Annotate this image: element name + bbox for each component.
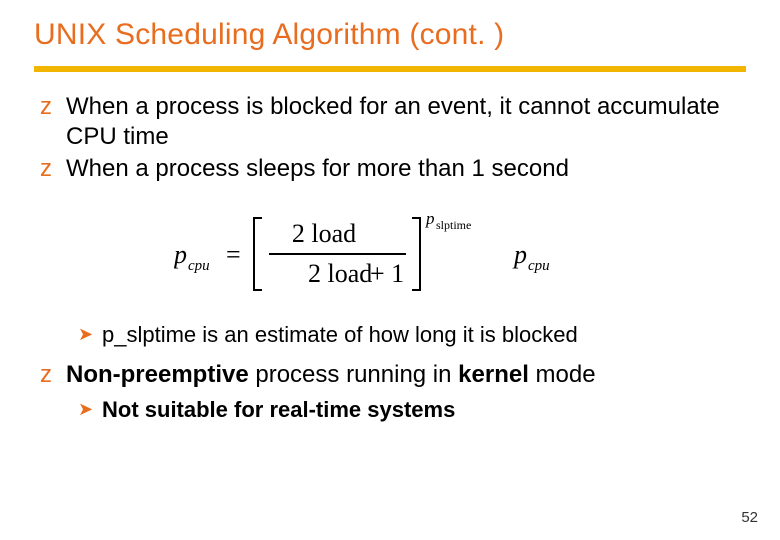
sub-bullet-text: Not suitable for real-time systems: [102, 396, 455, 425]
sub-bullet-text: p_slptime is an estimate of how long it …: [102, 321, 578, 350]
triangle-icon: ➤: [78, 398, 102, 421]
triangle-icon: ➤: [78, 323, 102, 346]
bold-text: Non-preemptive: [66, 361, 249, 388]
formula-exp: p: [425, 209, 435, 228]
formula-exp-sub: slptime: [436, 218, 471, 232]
formula-eq: =: [226, 240, 241, 269]
divider: [34, 66, 746, 72]
sub-bullet-list: ➤ p_slptime is an estimate of how long i…: [78, 321, 746, 350]
text: process running in: [249, 361, 458, 388]
list-item: ➤ Not suitable for real-time systems: [78, 396, 746, 425]
formula-lhs-sub: cpu: [188, 258, 210, 274]
formula: p cpu = 2 load 2 load + 1 p slptime p cp…: [174, 208, 746, 303]
formula-denominator-a: 2 load: [308, 259, 372, 288]
bullet-marker: z: [40, 360, 66, 390]
formula-rhs: p: [512, 240, 527, 269]
bullet-text: When a process sleeps for more than 1 se…: [66, 154, 746, 184]
bullet-marker: z: [40, 92, 66, 122]
bracket-left-icon: [254, 218, 262, 290]
formula-rhs-sub: cpu: [528, 258, 550, 274]
list-item: ➤ p_slptime is an estimate of how long i…: [78, 321, 746, 350]
bullet-list: z Non-preemptive process running in kern…: [40, 360, 746, 390]
bullet-text: When a process is blocked for an event, …: [66, 92, 746, 152]
sub-bullet-list: ➤ Not suitable for real-time systems: [78, 396, 746, 425]
bullet-text: Non-preemptive process running in kernel…: [66, 360, 746, 390]
bold-text: kernel: [458, 361, 529, 388]
bullet-list: z When a process is blocked for an event…: [40, 92, 746, 184]
formula-denominator-b: + 1: [370, 259, 404, 288]
formula-numerator: 2 load: [292, 219, 356, 248]
list-item: z When a process is blocked for an event…: [40, 92, 746, 152]
text: mode: [529, 361, 596, 388]
list-item: z When a process sleeps for more than 1 …: [40, 154, 746, 184]
bracket-right-icon: [412, 218, 420, 290]
formula-svg: p cpu = 2 load 2 load + 1 p slptime p cp…: [174, 208, 604, 298]
page-title: UNIX Scheduling Algorithm (cont. ): [34, 18, 746, 52]
list-item: z Non-preemptive process running in kern…: [40, 360, 746, 390]
bullet-marker: z: [40, 154, 66, 184]
formula-lhs: p: [174, 240, 187, 269]
page-number: 52: [741, 509, 758, 526]
